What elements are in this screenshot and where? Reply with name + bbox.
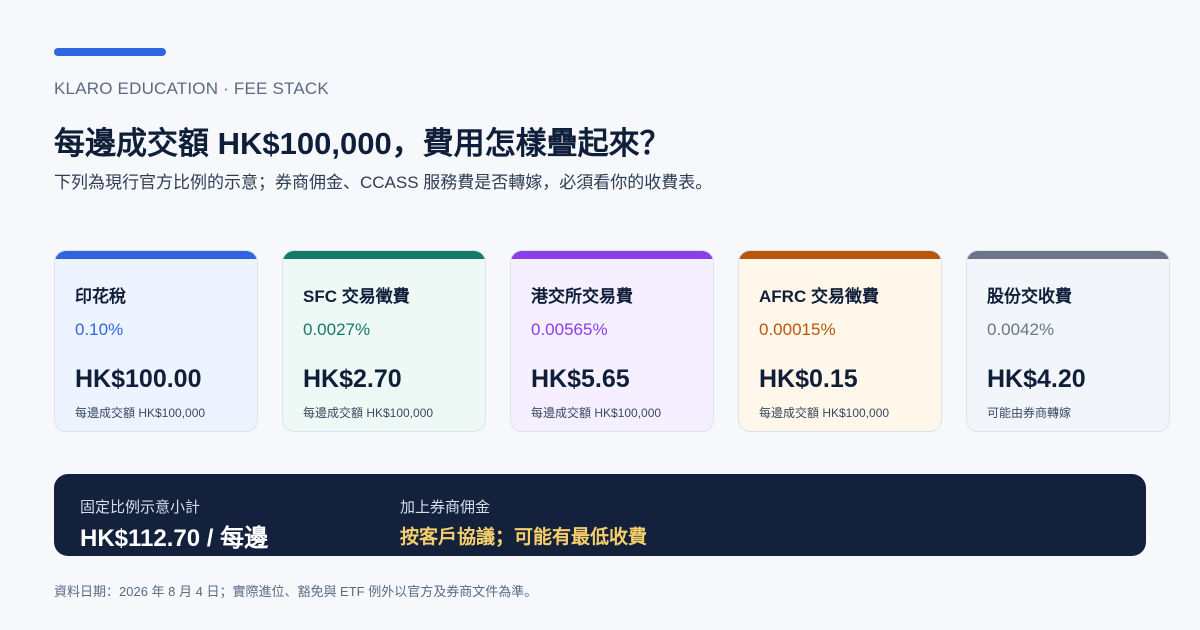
summary-panel: 固定比例示意小計 HK$112.70 / 每邊 加上券商佣金 按客戶協議；可能有… bbox=[54, 474, 1146, 556]
card-rate: 0.00015% bbox=[759, 320, 836, 339]
page-subtitle: 下列為現行官方比例的示意；券商佣金、CCASS 服務費是否轉嫁，必須看你的收費表… bbox=[54, 173, 713, 192]
card-title: 港交所交易費 bbox=[531, 287, 633, 306]
card-note: 每邊成交額 HK$100,000 bbox=[759, 406, 890, 420]
footnote: 資料日期：2026 年 8 月 4 日；實際進位、豁免與 ETF 例外以官方及券… bbox=[54, 584, 538, 599]
card-amount: HK$4.20 bbox=[987, 365, 1086, 393]
card-amount: HK$2.70 bbox=[303, 365, 402, 393]
card-title: 印花稅 bbox=[75, 287, 126, 306]
card-accent-bar bbox=[739, 251, 941, 259]
commission-label: 加上券商佣金 bbox=[400, 499, 491, 516]
accent-bar bbox=[54, 48, 166, 56]
card-note: 每邊成交額 HK$100,000 bbox=[303, 406, 434, 420]
fee-cards: 印花稅 0.10% HK$100.00 每邊成交額 HK$100,000 SFC… bbox=[54, 250, 1170, 432]
fee-card-settlement-fee: 股份交收費 0.0042% HK$4.20 可能由券商轉嫁 bbox=[966, 250, 1170, 432]
card-accent-bar bbox=[283, 251, 485, 259]
card-amount: HK$5.65 bbox=[531, 365, 630, 393]
card-rate: 0.00565% bbox=[531, 320, 608, 339]
commission-value: 按客戶協議；可能有最低收費 bbox=[400, 527, 648, 548]
page-title: 每邊成交額 HK$100,000，費用怎樣疊起來？ bbox=[54, 126, 671, 161]
fee-card-stamp-duty: 印花稅 0.10% HK$100.00 每邊成交額 HK$100,000 bbox=[54, 250, 258, 432]
card-rate: 0.10% bbox=[75, 320, 124, 339]
card-accent-bar bbox=[511, 251, 713, 259]
card-rate: 0.0027% bbox=[303, 320, 371, 339]
card-accent-bar bbox=[55, 251, 257, 259]
card-title: 股份交收費 bbox=[987, 287, 1072, 306]
fee-card-hkex-trading-fee: 港交所交易費 0.00565% HK$5.65 每邊成交額 HK$100,000 bbox=[510, 250, 714, 432]
fee-card-sfc-levy: SFC 交易徵費 0.0027% HK$2.70 每邊成交額 HK$100,00… bbox=[282, 250, 486, 432]
card-amount: HK$0.15 bbox=[759, 365, 858, 393]
card-note: 每邊成交額 HK$100,000 bbox=[531, 406, 662, 420]
eyebrow-label: KLARO EDUCATION · FEE STACK bbox=[54, 79, 329, 98]
card-title: AFRC 交易徵費 bbox=[759, 287, 879, 306]
card-note: 每邊成交額 HK$100,000 bbox=[75, 406, 206, 420]
card-amount: HK$100.00 bbox=[75, 365, 202, 393]
card-note: 可能由券商轉嫁 bbox=[987, 406, 1072, 420]
fee-card-afrc-levy: AFRC 交易徵費 0.00015% HK$0.15 每邊成交額 HK$100,… bbox=[738, 250, 942, 432]
card-title: SFC 交易徵費 bbox=[303, 287, 410, 306]
card-accent-bar bbox=[967, 251, 1169, 259]
subtotal-label: 固定比例示意小計 bbox=[80, 499, 201, 516]
subtotal-value: HK$112.70 / 每邊 bbox=[80, 525, 269, 552]
card-rate: 0.0042% bbox=[987, 320, 1055, 339]
